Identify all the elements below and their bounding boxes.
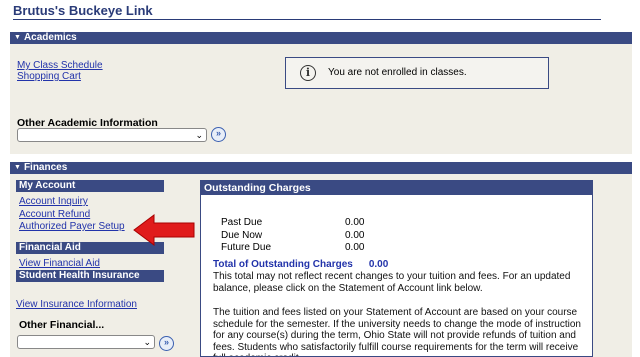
- view-insurance-information-link[interactable]: View Insurance Information: [16, 299, 137, 310]
- academics-section-header[interactable]: ▼ Academics: [10, 32, 632, 44]
- red-arrow-pointer: [133, 214, 195, 246]
- double-chevron-right-icon: »: [163, 337, 169, 347]
- view-financial-aid-link[interactable]: View Financial Aid: [19, 258, 100, 269]
- page-title: Brutus's Buckeye Link: [13, 3, 153, 18]
- due-now-value: 0.00: [345, 230, 365, 241]
- my-class-schedule-link[interactable]: My Class Schedule: [17, 60, 103, 71]
- account-inquiry-link[interactable]: Account Inquiry: [19, 196, 88, 207]
- my-account-header: My Account: [16, 180, 164, 192]
- other-academic-select[interactable]: ⌄: [17, 128, 207, 142]
- past-due-value: 0.00: [345, 217, 365, 228]
- account-refund-link[interactable]: Account Refund: [19, 209, 90, 220]
- collapse-triangle-icon[interactable]: ▼: [14, 34, 21, 41]
- enrollment-notice: i You are not enrolled in classes.: [285, 57, 549, 89]
- future-due-value: 0.00: [345, 242, 365, 253]
- total-outstanding-label: Total of Outstanding Charges: [213, 259, 353, 270]
- finances-header-label: Finances: [23, 162, 68, 173]
- chevron-down-icon: ⌄: [143, 337, 151, 347]
- authorized-payer-setup-link[interactable]: Authorized Payer Setup: [19, 221, 125, 232]
- outstanding-charges-panel: Outstanding Charges Past Due 0.00 Due No…: [200, 180, 593, 357]
- future-due-label: Future Due: [221, 242, 272, 253]
- title-divider: [13, 19, 601, 20]
- other-financial-select[interactable]: ⌄: [17, 335, 155, 349]
- double-chevron-right-icon: »: [215, 128, 221, 138]
- total-outstanding-value: 0.00: [368, 259, 389, 270]
- total-outstanding-line: Total of Outstanding Charges 0.00: [213, 259, 388, 270]
- finances-section-header[interactable]: ▼ Finances: [10, 162, 632, 174]
- info-circle-icon: i: [300, 65, 316, 81]
- other-academic-go-button[interactable]: »: [211, 127, 226, 142]
- past-due-label: Past Due: [221, 217, 263, 228]
- collapse-triangle-icon[interactable]: ▼: [14, 164, 21, 171]
- due-now-label: Due Now: [221, 230, 263, 241]
- shopping-cart-link[interactable]: Shopping Cart: [17, 71, 81, 82]
- tuition-policy-text: The tuition and fees listed on your Stat…: [213, 307, 581, 356]
- chevron-down-icon: ⌄: [195, 130, 203, 140]
- other-financial-go-button[interactable]: »: [159, 336, 174, 351]
- student-health-insurance-header: Student Health Insurance: [16, 270, 164, 282]
- academics-header-label: Academics: [23, 32, 77, 43]
- enrollment-notice-text: You are not enrolled in classes.: [328, 67, 467, 78]
- outstanding-charges-header: Outstanding Charges: [201, 181, 592, 195]
- balance-note: This total may not reflect recent change…: [213, 271, 571, 294]
- other-financial-label: Other Financial...: [19, 319, 105, 331]
